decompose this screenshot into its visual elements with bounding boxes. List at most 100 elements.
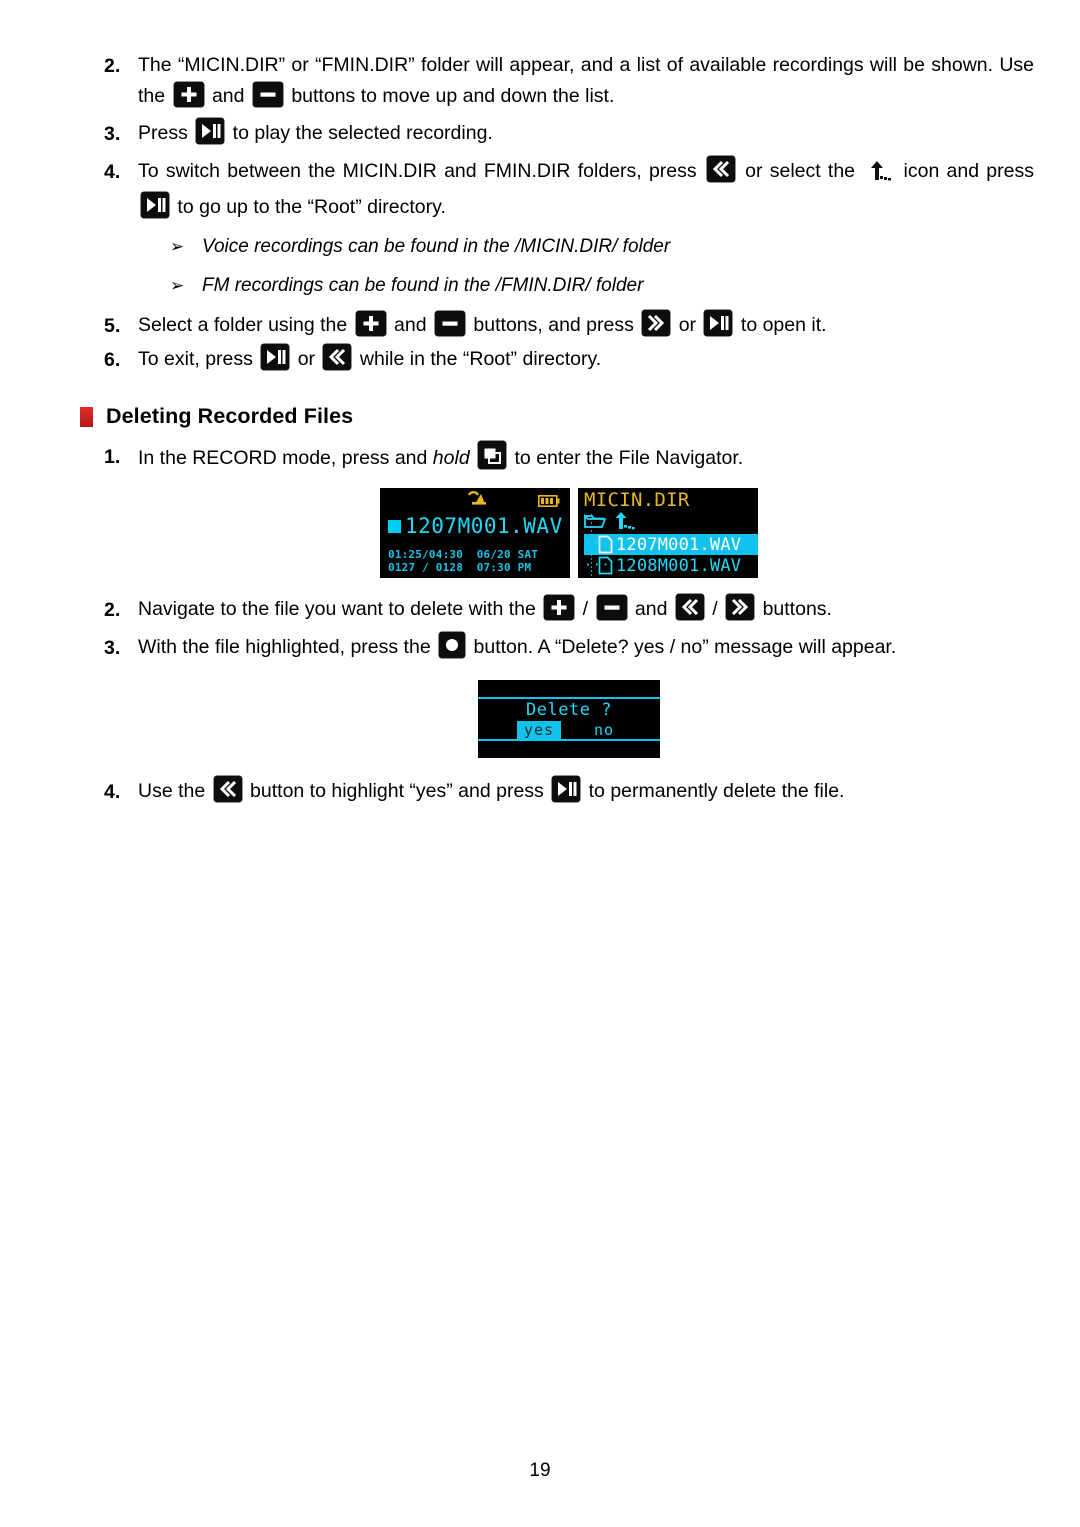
step-text: Press to play the selected recording. [138, 118, 1034, 149]
bullet-arrow-icon: ➢ [170, 237, 185, 256]
delete-step-4: 4. Use the button to highlight “yes” and… [104, 776, 1034, 808]
record-button[interactable] [439, 632, 466, 658]
navigator-file-row[interactable]: ··· 1208M001.WAV [584, 555, 741, 576]
step-text: To switch between the MICIN.DIR and FMIN… [138, 156, 1034, 223]
page-number: 19 [529, 1460, 551, 1481]
stop-square-icon [388, 520, 401, 533]
minus-button[interactable] [252, 82, 283, 107]
step-text-segment: and [206, 85, 250, 107]
file-icon [598, 556, 613, 575]
navigator-folder-row[interactable] [584, 511, 636, 531]
step-text-segment: to open it. [735, 314, 827, 336]
lcd-delete-dialog-screen: Delete ? yes no [478, 680, 660, 758]
step-6: 6. To exit, press or while in the “Root”… [104, 344, 1034, 376]
step-text-segment: With the file highlighted, press the [138, 636, 437, 658]
step-text: With the file highlighted, press the but… [138, 632, 1034, 663]
file-name: 1207M001.WAV [616, 534, 742, 555]
directory-title: MICIN.DIR [584, 489, 690, 511]
note-text: FM recordings can be found in the /FMIN.… [202, 275, 644, 296]
fast-forward-button[interactable] [726, 594, 755, 620]
navigator-file-row-selected[interactable]: ··· 1207M001.WAV [584, 534, 758, 555]
step-text-segment: and [629, 598, 673, 620]
step-number: 4. [104, 161, 121, 183]
delete-choices: yes no [478, 721, 660, 739]
step-text-segment: Press [138, 122, 194, 144]
minus-button[interactable] [435, 311, 466, 336]
step-text-segment: In the RECORD mode, press and [138, 447, 433, 469]
step-text-emphasis: hold [432, 447, 470, 469]
step-text-segment: Select a folder using the [138, 314, 353, 336]
step-text: Select a folder using the and buttons, a… [138, 310, 1034, 341]
delete-no-option[interactable]: no [587, 721, 621, 739]
page-content: 2. The “MICIN.DIR” or “FMIN.DIR” folder … [80, 50, 1034, 814]
step-text-segment: to enter the File Navigator. [509, 447, 744, 469]
step-text-segment: button to highlight “yes” and press [244, 780, 550, 802]
step-text-segment: To exit, press [138, 348, 259, 370]
step-number: 4. [104, 781, 121, 803]
delete-step-2: 2. Navigate to the file you want to dele… [104, 594, 1034, 626]
plus-button[interactable] [355, 311, 386, 336]
step-text: To exit, press or while in the “Root” di… [138, 344, 1034, 375]
play-pause-button[interactable] [261, 344, 290, 370]
note-fm-recordings: ➢ FM recordings can be found in the /FMI… [104, 271, 1034, 301]
step-text-segment: buttons to move up and down the list. [285, 85, 615, 107]
step-text-segment: or [673, 314, 702, 336]
plus-button[interactable] [173, 82, 204, 107]
step-number: 2. [104, 55, 121, 77]
lcd-file-navigator-screen: MICIN.DIR ··· 1207M001.WAV ··· 1208M001.… [578, 488, 758, 578]
section-bullet-icon [80, 406, 93, 427]
step-text-segment: buttons, and press [468, 314, 640, 336]
step-number: 3. [104, 637, 121, 659]
step-text: Navigate to the file you want to delete … [138, 594, 1034, 625]
step-text-segment: to go up to the “Root” directory. [172, 196, 446, 218]
track-filename: 1207M001.WAV [405, 514, 563, 538]
lcd-screens-group: 1207M001.WAV 01:25/04:30 06/20 SAT 0127 … [104, 488, 1034, 578]
bullet-arrow-icon: ➢ [170, 276, 185, 295]
step-text-segment: Navigate to the file you want to delete … [138, 598, 542, 620]
rewind-button[interactable] [323, 344, 352, 370]
step-5: 5. Select a folder using the and buttons… [104, 310, 1034, 342]
step-text-segment: / [706, 598, 724, 620]
up-directory-icon [866, 160, 892, 192]
tree-branch-dots: ··· [584, 558, 611, 573]
tree-branch-dots: ··· [584, 537, 611, 552]
lcd-playback-screen: 1207M001.WAV 01:25/04:30 06/20 SAT 0127 … [380, 488, 570, 578]
minus-button[interactable] [596, 595, 627, 620]
rewind-button[interactable] [675, 594, 704, 620]
step-number: 6. [104, 349, 121, 371]
file-name: 1208M001.WAV [616, 555, 742, 576]
section-title: Deleting Recorded Files [106, 404, 354, 428]
step-text: Use the button to highlight “yes” and pr… [138, 776, 1034, 807]
battery-icon [538, 492, 560, 511]
step-text: In the RECORD mode, press and hold to en… [138, 441, 1034, 474]
play-pause-button[interactable] [141, 192, 169, 218]
delete-yes-option[interactable]: yes [516, 721, 562, 739]
current-track: 1207M001.WAV [388, 516, 563, 537]
note-text: Voice recordings can be found in the /MI… [202, 236, 671, 257]
step-text: The “MICIN.DIR” or “FMIN.DIR” folder wil… [138, 50, 1034, 112]
file-navigator-button[interactable] [478, 441, 507, 469]
folder-icon [584, 513, 606, 528]
rewind-button[interactable] [706, 156, 735, 182]
play-pause-button[interactable] [196, 118, 225, 144]
step-text-segment: To switch between the MICIN.DIR and FMIN… [138, 160, 704, 182]
note-voice-recordings: ➢ Voice recordings can be found in the /… [104, 232, 1034, 262]
manual-page: 2. The “MICIN.DIR” or “FMIN.DIR” folder … [0, 0, 1080, 1527]
step-4: 4. To switch between the MICIN.DIR and F… [104, 156, 1034, 223]
microphone-icon [466, 490, 490, 512]
step-text-segment: / [577, 598, 594, 620]
delete-step-3: 3. With the file highlighted, press the … [104, 632, 1034, 664]
play-pause-button[interactable] [552, 776, 581, 802]
step-text-segment: button. A “Delete? yes / no” message wil… [468, 636, 897, 658]
play-pause-button[interactable] [704, 310, 733, 336]
dialog-divider-bottom [478, 739, 660, 741]
step-text-segment: or select the [737, 160, 863, 182]
step-number: 5. [104, 315, 121, 337]
fast-forward-button[interactable] [642, 310, 671, 336]
rewind-button[interactable] [213, 776, 242, 802]
step-text-segment: while in the “Root” directory. [354, 348, 602, 370]
delete-prompt-label: Delete ? [526, 700, 612, 720]
step-number: 2. [104, 599, 121, 621]
plus-button[interactable] [544, 595, 575, 620]
delete-step-1: 1. In the RECORD mode, press and hold to… [104, 441, 1034, 474]
